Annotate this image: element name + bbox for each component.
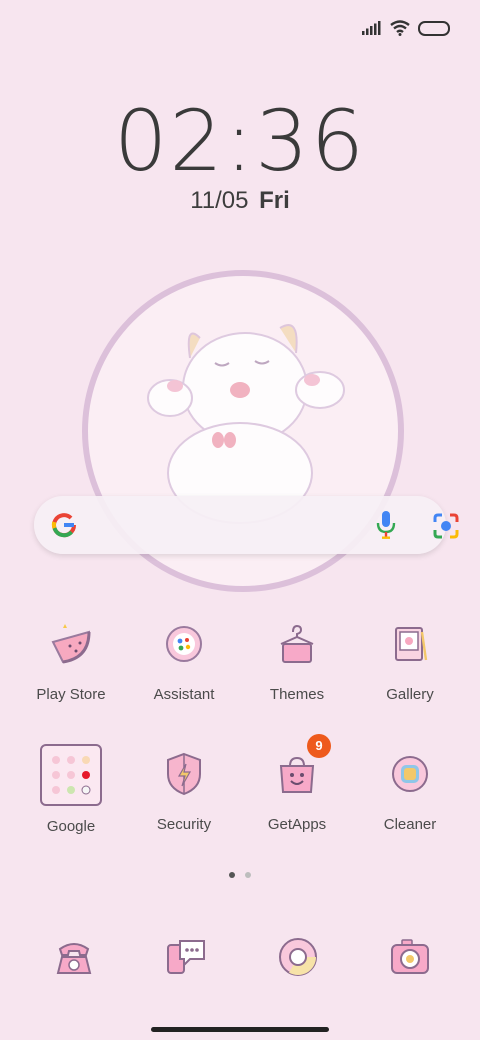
page-indicator[interactable] (0, 872, 480, 878)
google-search-bar[interactable] (34, 496, 459, 554)
gallery-icon (380, 614, 440, 674)
app-getapps[interactable]: 9 GetApps (242, 734, 352, 833)
cleaner-icon (380, 744, 440, 804)
app-label: Google (46, 818, 96, 835)
google-icon[interactable] (50, 511, 78, 539)
signal-icon (362, 21, 381, 35)
app-label: Assistant (153, 686, 215, 703)
clock-date[interactable]: 11/05 Fri (0, 187, 480, 215)
folder-icon (40, 744, 102, 806)
app-label: GetApps (267, 816, 327, 833)
clock-time[interactable]: 02:36 (0, 92, 480, 190)
app-label: Cleaner (383, 816, 437, 833)
assistant-icon (154, 614, 214, 674)
watermelon-icon (41, 614, 101, 674)
camera-icon[interactable] (388, 935, 432, 979)
app-google-folder[interactable]: Google (16, 744, 126, 835)
shopping-bag-icon: 9 (267, 734, 331, 804)
themes-icon (267, 614, 327, 674)
notification-badge: 9 (307, 734, 331, 758)
page-dot-2[interactable] (245, 872, 251, 878)
app-security[interactable]: Security (129, 744, 239, 833)
date-text: 11/05 (190, 187, 249, 214)
app-label: Themes (269, 686, 325, 703)
status-bar (362, 16, 450, 40)
chrome-icon[interactable] (276, 935, 320, 979)
day-text: Fri (259, 187, 290, 214)
app-assistant[interactable]: Assistant (129, 614, 239, 703)
page-dot-1[interactable] (229, 872, 235, 878)
shield-icon (154, 744, 214, 804)
app-label: Gallery (386, 686, 434, 703)
home-indicator[interactable] (151, 1027, 329, 1032)
app-label: Security (156, 816, 212, 833)
app-gallery[interactable]: Gallery (355, 614, 465, 703)
app-cleaner[interactable]: Cleaner (355, 744, 465, 833)
mic-icon[interactable] (376, 510, 396, 540)
app-label: Play Store (36, 686, 106, 703)
app-themes[interactable]: Themes (242, 614, 352, 703)
phone-icon[interactable] (52, 935, 96, 979)
battery-icon (418, 20, 450, 36)
lens-icon[interactable] (432, 512, 460, 540)
app-play-store[interactable]: Play Store (16, 614, 126, 703)
messages-icon[interactable] (164, 935, 208, 979)
wifi-icon (390, 20, 410, 36)
